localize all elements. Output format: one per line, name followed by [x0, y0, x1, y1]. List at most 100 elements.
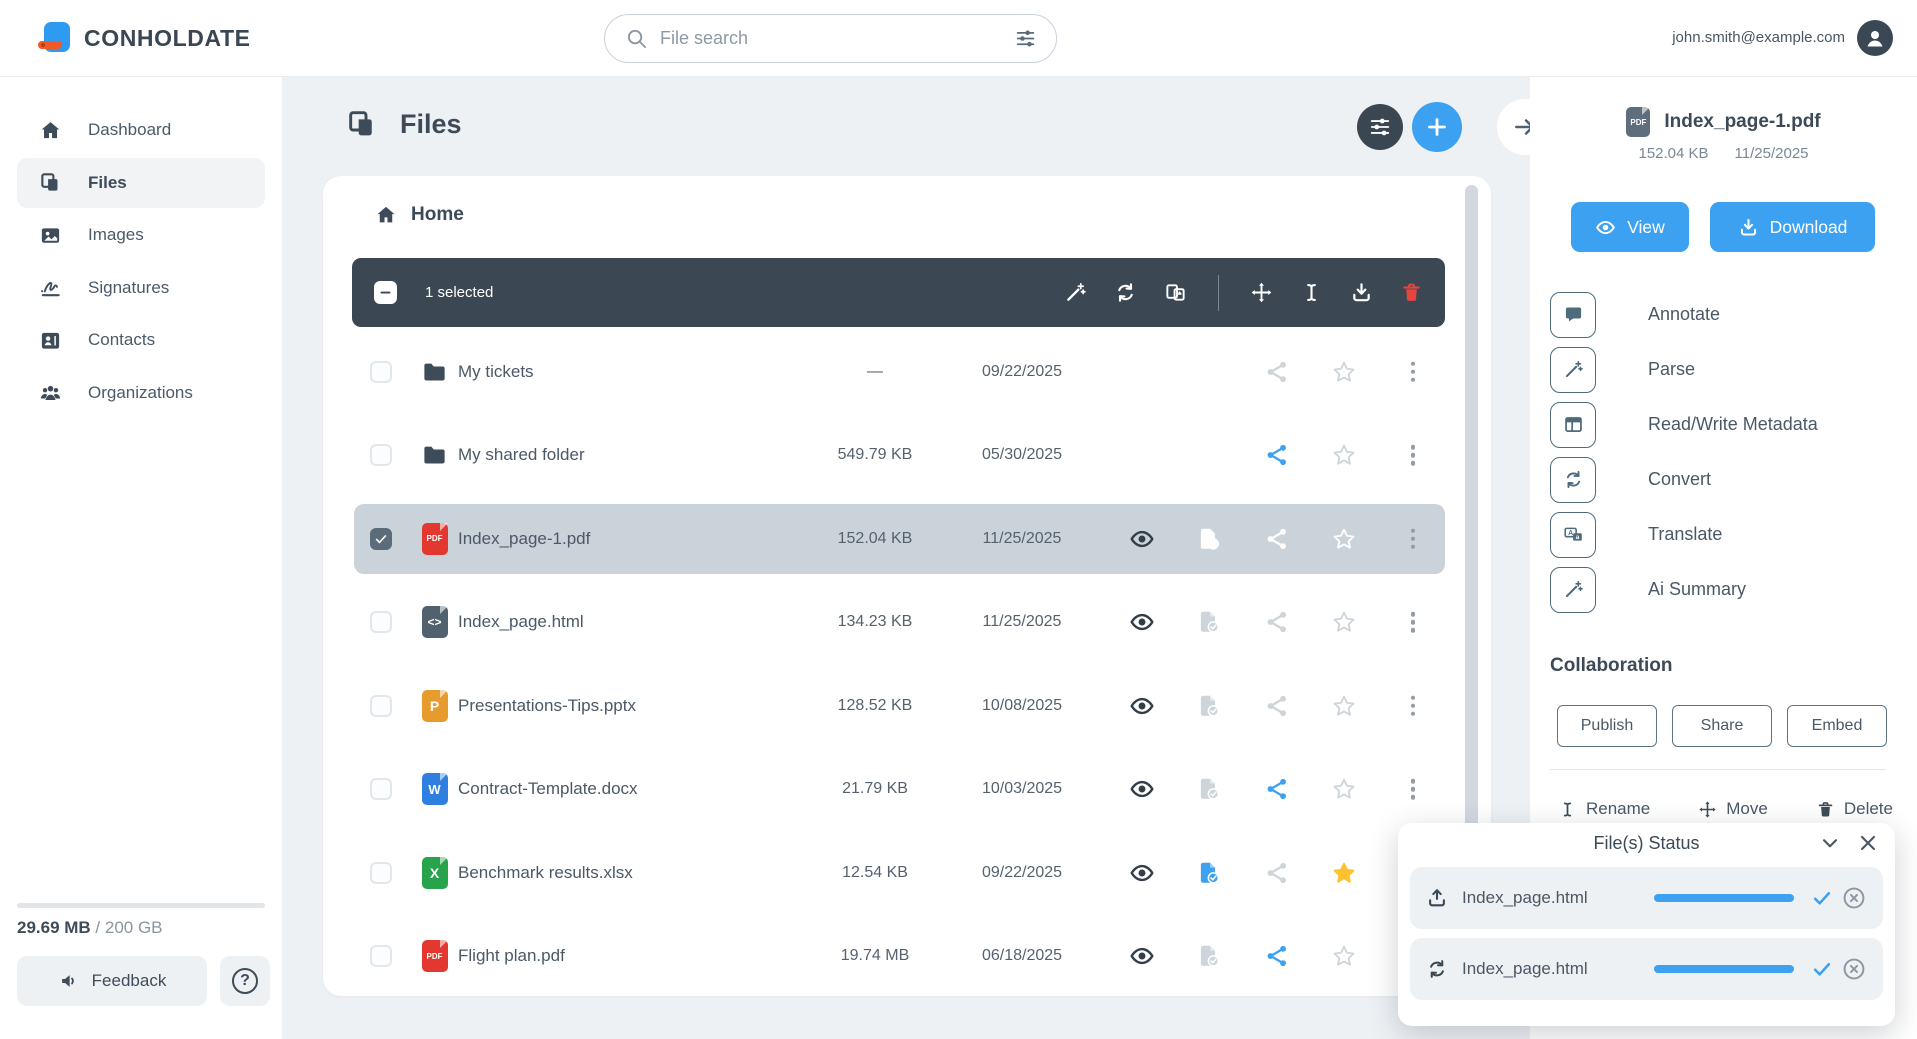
- file-name[interactable]: My shared folder: [458, 445, 585, 465]
- kebab-menu-icon[interactable]: [1404, 362, 1422, 383]
- search-filters-icon[interactable]: [1015, 28, 1036, 49]
- row-checkbox[interactable]: [370, 945, 392, 967]
- user-avatar[interactable]: [1857, 20, 1893, 56]
- file-name[interactable]: Index_page.html: [458, 612, 584, 632]
- preview-eye-icon[interactable]: [1129, 860, 1155, 886]
- kebab-menu-icon[interactable]: [1404, 529, 1422, 550]
- translate-button[interactable]: [1550, 512, 1596, 558]
- file-name[interactable]: Contract-Template.docx: [458, 779, 638, 799]
- table-row[interactable]: W Contract-Template.docx 21.79 KB 10/03/…: [352, 748, 1445, 832]
- star-icon[interactable]: [1331, 776, 1357, 802]
- sidebar-item-files[interactable]: Files: [17, 158, 265, 208]
- file-name[interactable]: Benchmark results.xlsx: [458, 863, 633, 883]
- preview-eye-icon[interactable]: [1129, 693, 1155, 719]
- breadcrumb[interactable]: Home: [375, 204, 464, 226]
- file-check-icon[interactable]: [1196, 943, 1222, 969]
- kebab-menu-icon[interactable]: [1404, 445, 1422, 466]
- share-icon[interactable]: [1264, 860, 1290, 886]
- list-filter-button[interactable]: [1357, 104, 1403, 150]
- view-button[interactable]: View: [1571, 202, 1689, 252]
- file-name[interactable]: My tickets: [458, 362, 534, 382]
- move-action[interactable]: Move: [1698, 799, 1768, 819]
- add-file-button[interactable]: [1412, 102, 1462, 152]
- publish-button[interactable]: Publish: [1557, 705, 1657, 747]
- star-icon[interactable]: [1331, 442, 1357, 468]
- star-icon[interactable]: [1331, 693, 1357, 719]
- select-all-checkbox[interactable]: [374, 281, 397, 304]
- row-checkbox[interactable]: [370, 695, 392, 717]
- file-name[interactable]: Flight plan.pdf: [458, 946, 565, 966]
- table-row[interactable]: My shared folder 549.79 KB 05/30/2025: [352, 414, 1445, 498]
- row-checkbox[interactable]: [370, 361, 392, 383]
- star-icon[interactable]: [1331, 609, 1357, 635]
- dismiss-icon[interactable]: [1841, 956, 1867, 982]
- file-check-icon[interactable]: [1196, 693, 1222, 719]
- embed-button[interactable]: Embed: [1787, 705, 1887, 747]
- row-checkbox[interactable]: [370, 778, 392, 800]
- rename-icon[interactable]: [1300, 281, 1323, 304]
- file-size: 19.74 MB: [795, 947, 955, 965]
- table-row[interactable]: PDF Index_page-1.pdf 152.04 KB 11/25/202…: [352, 497, 1445, 581]
- kebab-menu-icon[interactable]: [1404, 696, 1422, 717]
- file-check-icon[interactable]: [1196, 609, 1222, 635]
- share-icon[interactable]: [1264, 776, 1290, 802]
- feedback-button[interactable]: Feedback: [17, 956, 207, 1006]
- row-checkbox[interactable]: [370, 444, 392, 466]
- preview-eye-icon[interactable]: [1129, 609, 1155, 635]
- delete-action[interactable]: Delete: [1816, 799, 1893, 819]
- parse-button[interactable]: [1550, 347, 1596, 393]
- convert-button[interactable]: [1550, 457, 1596, 503]
- star-icon[interactable]: [1331, 943, 1357, 969]
- chevron-down-icon[interactable]: [1819, 832, 1841, 854]
- share-icon[interactable]: [1264, 359, 1290, 385]
- file-check-icon[interactable]: [1196, 526, 1222, 552]
- sidebar-item-contacts[interactable]: Contacts: [17, 315, 265, 365]
- sidebar-item-signatures[interactable]: Signatures: [17, 263, 265, 313]
- read-write-metadata-button[interactable]: [1550, 402, 1596, 448]
- share-icon[interactable]: [1264, 943, 1290, 969]
- share-button[interactable]: Share: [1672, 705, 1772, 747]
- preview-eye-icon[interactable]: [1129, 943, 1155, 969]
- kebab-menu-icon[interactable]: [1404, 779, 1422, 800]
- file-name[interactable]: Index_page-1.pdf: [458, 529, 590, 549]
- file-check-icon[interactable]: [1196, 776, 1222, 802]
- dismiss-icon[interactable]: [1841, 885, 1867, 911]
- share-icon[interactable]: [1264, 442, 1290, 468]
- copy-to-icon[interactable]: [1164, 281, 1187, 304]
- sidebar-item-organizations[interactable]: Organizations: [17, 368, 265, 418]
- table-row[interactable]: PDF Flight plan.pdf 19.74 MB 06/18/2025: [352, 915, 1445, 999]
- share-icon[interactable]: [1264, 693, 1290, 719]
- share-icon[interactable]: [1264, 526, 1290, 552]
- kebab-menu-icon[interactable]: [1404, 612, 1422, 633]
- table-row[interactable]: X Benchmark results.xlsx 12.54 KB 09/22/…: [352, 831, 1445, 915]
- close-icon[interactable]: [1857, 832, 1879, 854]
- delete-icon[interactable]: [1400, 281, 1423, 304]
- star-icon[interactable]: [1331, 526, 1357, 552]
- row-checkbox[interactable]: [370, 528, 392, 550]
- brand-logo[interactable]: CONHOLDATE: [42, 22, 251, 54]
- sidebar-item-images[interactable]: Images: [17, 210, 265, 260]
- help-button[interactable]: ?: [220, 956, 270, 1006]
- preview-eye-icon[interactable]: [1129, 526, 1155, 552]
- row-checkbox[interactable]: [370, 611, 392, 633]
- ai-actions-icon[interactable]: [1064, 281, 1087, 304]
- convert-icon[interactable]: [1114, 281, 1137, 304]
- share-icon[interactable]: [1264, 609, 1290, 635]
- download-button[interactable]: Download: [1710, 202, 1875, 252]
- star-icon[interactable]: [1331, 359, 1357, 385]
- search-input[interactable]: [660, 28, 1003, 49]
- star-icon[interactable]: [1331, 860, 1357, 886]
- ai-summary-button[interactable]: [1550, 567, 1596, 613]
- file-name[interactable]: Presentations-Tips.pptx: [458, 696, 636, 716]
- download-icon[interactable]: [1350, 281, 1373, 304]
- table-row[interactable]: <> Index_page.html 134.23 KB 11/25/2025: [352, 581, 1445, 665]
- annotate-button[interactable]: [1550, 292, 1596, 338]
- rename-action[interactable]: Rename: [1558, 799, 1650, 819]
- table-row[interactable]: P Presentations-Tips.pptx 128.52 KB 10/0…: [352, 664, 1445, 748]
- move-icon[interactable]: [1250, 281, 1273, 304]
- preview-eye-icon[interactable]: [1129, 776, 1155, 802]
- row-checkbox[interactable]: [370, 862, 392, 884]
- sidebar-item-dashboard[interactable]: Dashboard: [17, 105, 265, 155]
- table-row[interactable]: My tickets — 09/22/2025: [352, 330, 1445, 414]
- file-check-icon[interactable]: [1196, 860, 1222, 886]
